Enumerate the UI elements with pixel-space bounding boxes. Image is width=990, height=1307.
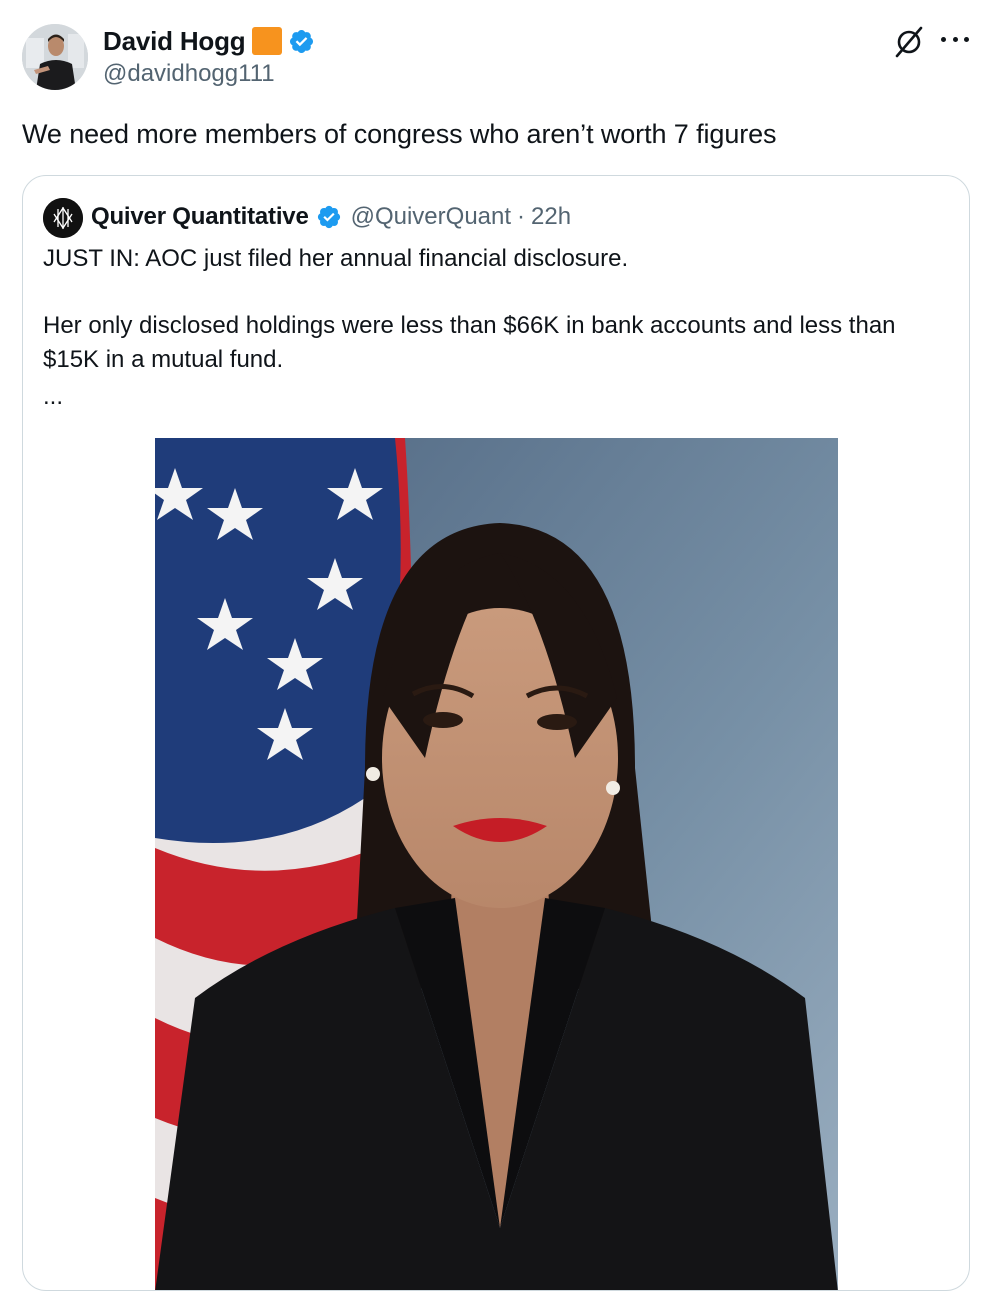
author-name-row: David Hogg [103, 24, 315, 58]
quoted-timestamp[interactable]: 22h [531, 203, 571, 231]
quoted-header: Quiver Quantitative @QuiverQuant · 22h [91, 199, 571, 235]
avatar-image [22, 24, 88, 90]
truncation-ellipsis: ... [43, 383, 64, 410]
quoted-handle[interactable]: @QuiverQuant [351, 203, 511, 231]
quoted-tweet-card[interactable]: Quiver Quantitative @QuiverQuant · 22h J… [22, 175, 970, 1291]
orange-square-emoji [252, 27, 283, 55]
quoted-display-name[interactable]: Quiver Quantitative [91, 203, 309, 231]
tweet: David Hogg @davidhogg111 We need more me… [0, 0, 990, 1307]
quoted-paragraph: Her only disclosed holdings were less th… [43, 312, 896, 373]
grok-icon[interactable] [893, 26, 925, 58]
more-options-icon[interactable] [941, 37, 969, 45]
tweet-text: We need more members of congress who are… [22, 119, 777, 149]
verified-badge-icon[interactable] [316, 204, 342, 230]
author-block: David Hogg @davidhogg111 [103, 24, 315, 88]
author-avatar[interactable] [22, 24, 88, 90]
quoted-media-photo[interactable] [155, 438, 838, 1290]
portrait-photo [155, 438, 838, 1290]
author-display-name[interactable]: David Hogg [103, 26, 246, 57]
quoted-author-avatar[interactable] [43, 198, 83, 238]
quoted-paragraph: JUST IN: AOC just filed her annual finan… [43, 245, 629, 272]
separator-dot: · [517, 203, 526, 230]
author-handle[interactable]: @davidhogg111 [103, 60, 315, 88]
quoted-tweet-text: JUST IN: AOC just filed her annual finan… [43, 242, 943, 447]
quiver-logo-icon [43, 198, 83, 238]
verified-badge-icon[interactable] [288, 28, 315, 55]
